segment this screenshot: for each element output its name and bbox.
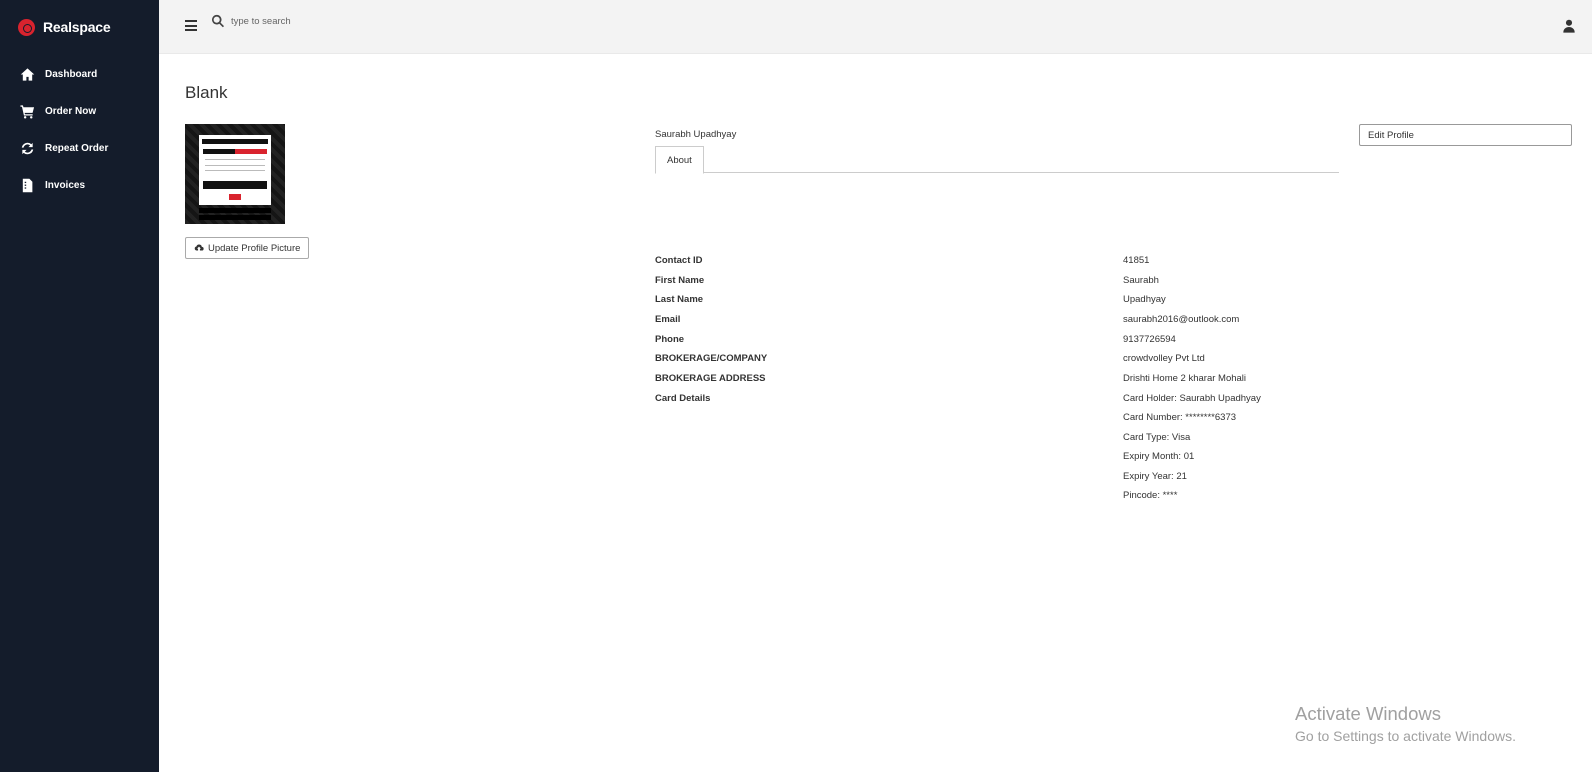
home-icon [19, 67, 35, 83]
watermark-subtitle: Go to Settings to activate Windows. [1295, 728, 1516, 744]
card-expiry-year: Expiry Year: 21 [1123, 470, 1187, 482]
detail-value: Upadhyay [1123, 294, 1166, 305]
refresh-icon [19, 141, 35, 157]
detail-row-brokerage-address: BROKERAGE ADDRESS Drishti Home 2 kharar … [655, 373, 1455, 387]
detail-label: First Name [655, 275, 705, 286]
card-pincode: Pincode: **** [1123, 490, 1178, 502]
sidebar-item-dashboard[interactable]: Dashboard [0, 56, 159, 93]
sidebar: Realspace Dashboard Order Now Repeat Ord… [0, 0, 159, 772]
sidebar-item-label: Invoices [45, 180, 86, 191]
detail-label: Contact ID [655, 255, 703, 266]
detail-label: Last Name [655, 294, 704, 305]
tab-about-label: About [667, 154, 692, 166]
card-details-list: Card Number: ********6373 Card Type: Vis… [1123, 412, 1236, 510]
sidebar-item-label: Order Now [45, 106, 97, 117]
profile-tabs: About [655, 146, 1339, 174]
detail-label: Phone [655, 334, 685, 345]
detail-label: Card Details [655, 393, 711, 404]
detail-row-brokerage-company: BROKERAGE/COMPANY crowdvolley Pvt Ltd [655, 353, 1455, 367]
detail-value: saurabh2016@outlook.com [1123, 314, 1240, 325]
brand[interactable]: Realspace [0, 0, 159, 54]
profile-picture [185, 124, 285, 224]
watermark-title: Activate Windows [1295, 703, 1441, 724]
sidebar-item-label: Repeat Order [45, 143, 109, 154]
detail-row-first-name: First Name Saurabh [655, 275, 1455, 289]
user-icon[interactable] [1562, 19, 1576, 33]
sidebar-item-repeat-order[interactable]: Repeat Order [0, 130, 159, 167]
sidebar-item-order-now[interactable]: Order Now [0, 93, 159, 130]
menu-toggle-icon[interactable] [185, 20, 197, 32]
sidebar-nav: Dashboard Order Now Repeat Order Invoice… [0, 56, 159, 204]
cart-icon [19, 104, 35, 120]
detail-value: Card Holder: Saurabh Upadhyay [1123, 393, 1261, 404]
brand-name: Realspace [43, 19, 111, 35]
detail-row-email: Email saurabh2016@outlook.com [655, 314, 1455, 328]
detail-label: BROKERAGE/COMPANY [655, 353, 768, 364]
detail-value: 9137726594 [1123, 334, 1176, 345]
windows-activation-watermark: Activate Windows Go to Settings to activ… [1295, 703, 1516, 744]
update-profile-picture-button[interactable]: Update Profile Picture [185, 237, 310, 259]
detail-label: Email [655, 314, 681, 325]
card-number: Card Number: ********6373 [1123, 412, 1237, 423]
detail-label: BROKERAGE ADDRESS [655, 373, 766, 384]
cloud-upload-icon [194, 244, 204, 251]
detail-value: crowdvolley Pvt Ltd [1123, 353, 1205, 364]
detail-value: Saurabh [1123, 275, 1159, 286]
card-type: Card Type: Visa [1123, 431, 1191, 443]
detail-row-contact-id: Contact ID 41851 [655, 255, 1455, 269]
top-bar [159, 0, 1592, 54]
main-content: Blank Update Profile Picture Saurabh Upa… [159, 54, 1592, 772]
profile-name: Saurabh Upadhyay [655, 129, 737, 140]
page-title: Blank [185, 83, 228, 102]
detail-row-phone: Phone 9137726594 [655, 334, 1455, 348]
invoice-icon [19, 178, 35, 194]
realspace-logo-icon [18, 18, 35, 36]
sidebar-item-label: Dashboard [45, 69, 98, 80]
search-icon[interactable] [211, 14, 225, 28]
detail-row-card-details: Card Details Card Holder: Saurabh Upadhy… [655, 393, 1455, 407]
detail-value: Drishti Home 2 kharar Mohali [1123, 373, 1247, 384]
detail-value: 41851 [1123, 255, 1150, 266]
search-input[interactable] [231, 12, 511, 30]
detail-row-last-name: Last Name Upadhyay [655, 294, 1455, 308]
update-profile-picture-label: Update Profile Picture [208, 242, 301, 254]
card-expiry-month: Expiry Month: 01 [1123, 451, 1195, 463]
sidebar-item-invoices[interactable]: Invoices [0, 167, 159, 204]
tab-about[interactable]: About [655, 146, 704, 174]
edit-profile-button[interactable]: Edit Profile [1359, 124, 1572, 146]
